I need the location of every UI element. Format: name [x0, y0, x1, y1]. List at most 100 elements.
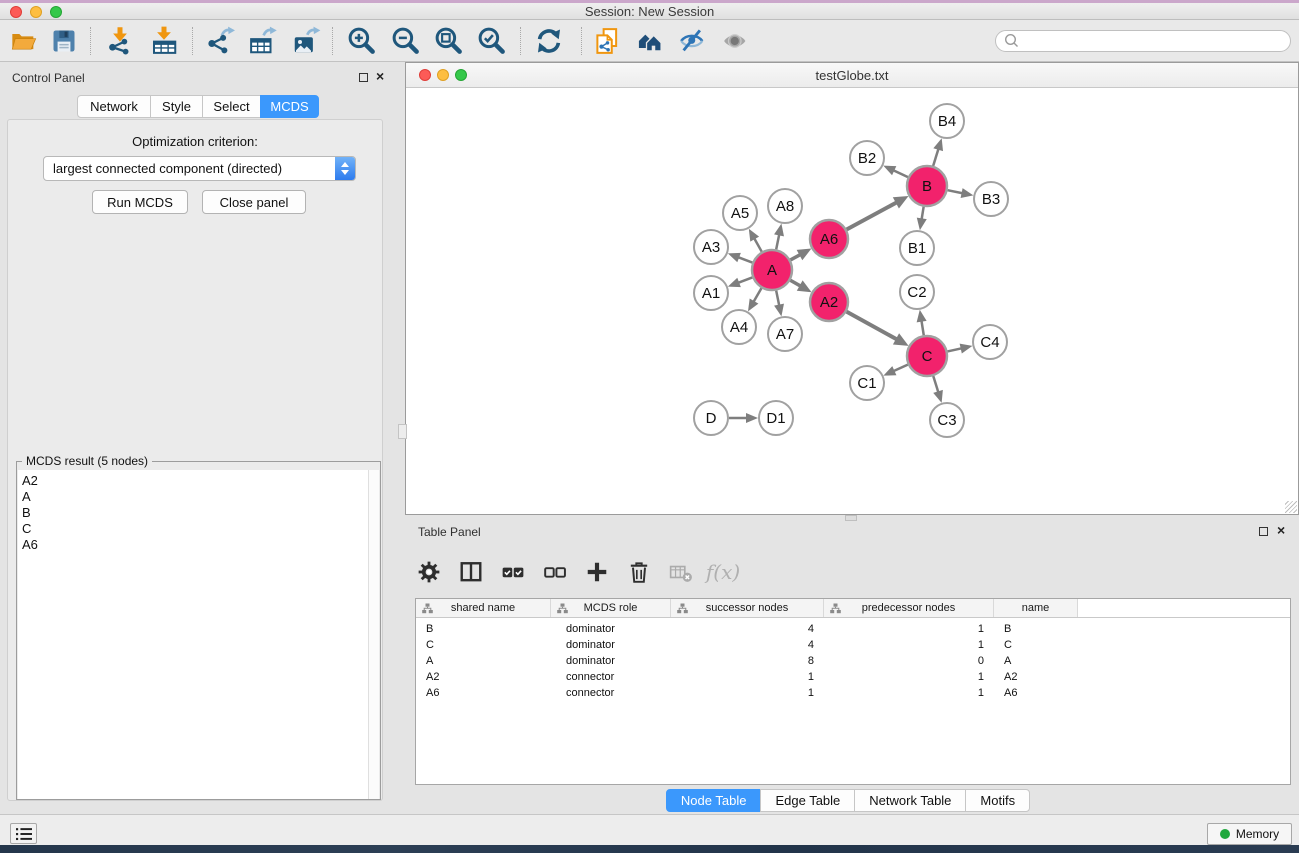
tab-mcds[interactable]: MCDS	[260, 95, 319, 118]
table-panel-close-button[interactable]: ×	[1277, 525, 1285, 535]
graph-node-label: A1	[702, 285, 720, 302]
zoom-selected-button[interactable]	[474, 25, 510, 57]
mcds-result-item[interactable]: A2	[22, 473, 369, 489]
mcds-result-item[interactable]: A6	[22, 537, 369, 553]
graph-edge[interactable]	[933, 376, 938, 392]
export-network-icon	[205, 26, 235, 56]
save-session-button[interactable]	[46, 25, 82, 57]
export-table-button[interactable]	[245, 25, 281, 57]
refresh-button[interactable]	[531, 25, 567, 57]
hide-selected-button[interactable]	[675, 25, 711, 57]
column-header-name[interactable]: name	[994, 599, 1078, 617]
search-input[interactable]	[1021, 34, 1290, 48]
network-window-titlebar[interactable]: testGlobe.txt	[406, 63, 1298, 88]
criterion-dropdown[interactable]: largest connected component (directed)	[43, 156, 356, 181]
edge-arrowhead-icon	[728, 278, 741, 287]
close-panel-button[interactable]: Close panel	[202, 190, 306, 214]
search-field[interactable]	[995, 30, 1291, 52]
trash-icon	[627, 560, 651, 584]
table-row[interactable]: Bdominator41B	[416, 621, 1290, 637]
column-label: successor nodes	[706, 602, 789, 614]
tab-network[interactable]: Network	[77, 95, 151, 118]
graph-edge[interactable]	[948, 190, 963, 193]
graph-edge[interactable]	[921, 321, 923, 336]
tab-motifs[interactable]: Motifs	[965, 789, 1030, 812]
network-canvas[interactable]: B4B2BB3A5A8A6A3B1AA1C2A2A4A7CC4C1C3DD1	[406, 89, 1298, 515]
session-title: Session: New Session	[0, 4, 1299, 19]
select-all-button[interactable]	[499, 557, 527, 587]
task-history-button[interactable]	[10, 823, 37, 844]
table-cell: C	[416, 639, 551, 651]
vertical-splitter-handle[interactable]	[398, 424, 407, 439]
unselect-all-button[interactable]	[541, 557, 569, 587]
home-layout-button[interactable]	[632, 25, 668, 57]
graph-edge[interactable]	[933, 149, 938, 166]
table-cell: 8	[671, 655, 824, 667]
graph-edge[interactable]	[754, 288, 762, 302]
clone-network-button[interactable]	[590, 25, 626, 57]
graph-edge[interactable]	[847, 202, 897, 229]
table-settings-button[interactable]	[415, 557, 443, 587]
import-table-button[interactable]	[146, 25, 182, 57]
graph-edge[interactable]	[947, 348, 961, 351]
zoom-fit-button[interactable]	[431, 25, 467, 57]
graph-edge[interactable]	[738, 257, 752, 262]
mcds-result-scrollbar[interactable]	[368, 470, 379, 799]
zoom-in-button[interactable]	[344, 25, 380, 57]
graph-edge[interactable]	[922, 207, 924, 220]
column-header-successor-nodes[interactable]: successor nodes	[671, 599, 824, 617]
mcds-result-item[interactable]: C	[22, 521, 369, 537]
delete-column-button[interactable]	[625, 557, 653, 587]
graph-edge[interactable]	[893, 365, 907, 371]
table-row[interactable]: A2connector11A2	[416, 669, 1290, 685]
column-header-predecessor-nodes[interactable]: predecessor nodes	[824, 599, 994, 617]
graph-edge[interactable]	[893, 170, 908, 177]
attribute-tree-icon	[830, 603, 841, 614]
table-cell: A2	[994, 671, 1078, 683]
graph-edge[interactable]	[790, 280, 800, 286]
unselect-all-icon	[542, 560, 568, 584]
mcds-result-item[interactable]: B	[22, 505, 369, 521]
run-mcds-button[interactable]: Run MCDS	[92, 190, 188, 214]
mcds-result-item[interactable]: A	[22, 489, 369, 505]
edge-arrowhead-icon	[774, 224, 784, 237]
control-panel-title: Control Panel	[12, 71, 85, 85]
horizontal-splitter-handle[interactable]	[845, 515, 857, 521]
graph-edge[interactable]	[776, 234, 779, 249]
graph-edge[interactable]	[790, 255, 800, 260]
resize-grip-icon[interactable]	[1285, 501, 1297, 513]
export-image-button[interactable]	[288, 25, 324, 57]
graph-edge[interactable]	[847, 312, 897, 340]
graph-edge[interactable]	[776, 291, 779, 306]
export-network-button[interactable]	[202, 25, 238, 57]
add-column-button[interactable]	[583, 557, 611, 587]
table-row[interactable]: A6connector11A6	[416, 685, 1290, 701]
tab-node-table[interactable]: Node Table	[666, 789, 762, 812]
open-session-button[interactable]	[6, 25, 42, 57]
column-header-mcds-role[interactable]: MCDS role	[551, 599, 671, 617]
graph-edge[interactable]	[754, 238, 762, 251]
import-network-button[interactable]	[102, 25, 138, 57]
show-columns-button[interactable]	[457, 557, 485, 587]
control-panel-close-button[interactable]: ×	[376, 71, 384, 81]
control-panel-float-button[interactable]	[359, 73, 368, 82]
mcds-result-list: A2ABCA6	[18, 470, 369, 799]
tab-network-table[interactable]: Network Table	[854, 789, 966, 812]
import-network-icon	[105, 26, 135, 56]
tab-style[interactable]: Style	[150, 95, 203, 118]
memory-status-icon	[1220, 829, 1230, 839]
graph-edge[interactable]	[738, 277, 752, 282]
memory-button[interactable]: Memory	[1207, 823, 1292, 845]
hide-eye-icon	[678, 26, 708, 56]
tab-edge-table[interactable]: Edge Table	[760, 789, 855, 812]
zoom-out-button[interactable]	[388, 25, 424, 57]
column-header-shared-name[interactable]: shared name	[416, 599, 551, 617]
table-panel-float-button[interactable]	[1259, 527, 1268, 536]
table-row[interactable]: Cdominator41C	[416, 637, 1290, 653]
table-row[interactable]: Adominator80A	[416, 653, 1290, 669]
tab-select[interactable]: Select	[202, 95, 261, 118]
show-all-button[interactable]	[718, 25, 754, 57]
table-cell: A	[416, 655, 551, 667]
criterion-value: largest connected component (directed)	[44, 161, 335, 176]
table-cell: 1	[824, 671, 994, 683]
